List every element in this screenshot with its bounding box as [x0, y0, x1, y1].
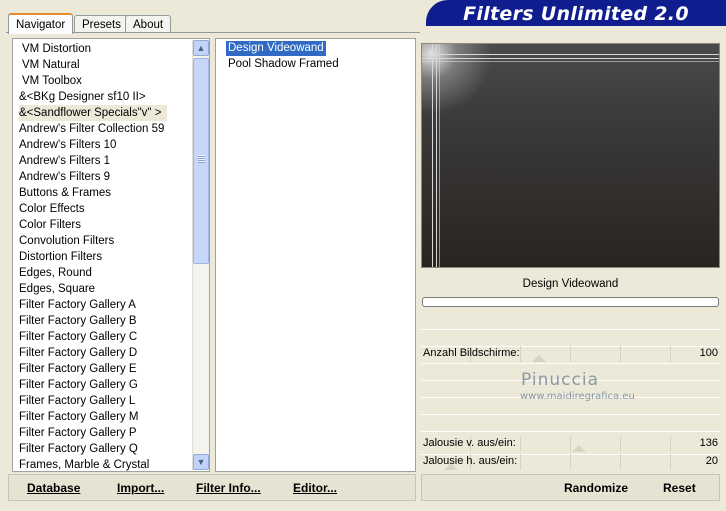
- category-item[interactable]: Filter Factory Gallery M: [19, 409, 139, 425]
- slider-value: 100: [699, 347, 718, 359]
- watermark-name: Pinuccia: [521, 370, 599, 390]
- slider-jalousie-h[interactable]: Jalousie h. aus/ein: 20: [421, 454, 720, 470]
- slider-anzahl-bildschirme[interactable]: Anzahl Bildschirme: 100: [421, 346, 720, 362]
- filter-item[interactable]: Pool Shadow Framed: [226, 57, 341, 72]
- category-item[interactable]: Filter Factory Gallery C: [19, 329, 137, 345]
- category-item[interactable]: Andrew's Filters 10: [19, 137, 116, 153]
- slider-value: 136: [699, 437, 718, 449]
- category-item[interactable]: Color Filters: [19, 217, 81, 233]
- slider-label: Jalousie h. aus/ein:: [423, 455, 518, 467]
- category-item[interactable]: Filter Factory Gallery G: [19, 377, 138, 393]
- scroll-down-arrow-icon[interactable]: ▼: [193, 454, 209, 470]
- slider-label: Anzahl Bildschirme:: [423, 347, 520, 359]
- preview-line: [436, 44, 437, 267]
- category-item[interactable]: Andrew's Filters 1: [19, 153, 110, 169]
- editor-button[interactable]: Editor...: [293, 479, 337, 497]
- tab-presets[interactable]: Presets: [74, 15, 129, 33]
- category-list[interactable]: VM Distortion VM Natural VM Toolbox &<BKg D…: [12, 38, 210, 472]
- separator: [421, 414, 720, 415]
- category-item[interactable]: Convolution Filters: [19, 233, 114, 249]
- title-banner: Filters Unlimited 2.0: [426, 0, 726, 26]
- database-button[interactable]: Database: [27, 479, 80, 497]
- category-item[interactable]: Filter Factory Gallery A: [19, 297, 136, 313]
- category-item[interactable]: &<BKg Designer sf10 II>: [19, 89, 146, 105]
- category-item[interactable]: Filter Factory Gallery E: [19, 361, 137, 377]
- category-item[interactable]: Filter Factory Gallery D: [19, 345, 137, 361]
- import-button[interactable]: Import...: [117, 479, 164, 497]
- category-item[interactable]: Color Effects: [19, 201, 85, 217]
- slider-jalousie-v[interactable]: Jalousie v. aus/ein: 136: [421, 436, 720, 452]
- filter-info-button[interactable]: Filter Info...: [196, 479, 261, 497]
- category-item[interactable]: VM Distortion: [22, 41, 91, 57]
- separator: [421, 431, 720, 432]
- preview-line: [422, 54, 719, 55]
- slider-thumb[interactable]: [532, 355, 547, 362]
- preview-line: [422, 61, 719, 62]
- category-scrollbar[interactable]: ▲ ▼: [192, 40, 209, 470]
- preview-line: [439, 44, 440, 267]
- category-item[interactable]: Filter Factory Gallery L: [19, 393, 135, 409]
- category-item[interactable]: Filter Factory Gallery Q: [19, 441, 138, 457]
- category-item[interactable]: Andrew's Filter Collection 59: [19, 121, 164, 137]
- progress-bar: [422, 297, 719, 307]
- preview-line: [432, 44, 433, 267]
- tab-about[interactable]: About: [125, 15, 172, 33]
- app-title: Filters Unlimited 2.0: [463, 3, 689, 25]
- grip-icon: [198, 155, 205, 163]
- category-item[interactable]: VM Natural: [22, 57, 80, 73]
- preview-image: [421, 43, 720, 268]
- watermark-url: www.maidiregrafica.eu: [520, 391, 635, 402]
- filter-list[interactable]: Design Videowand Pool Shadow Framed: [215, 38, 416, 472]
- category-item[interactable]: Andrew's Filters 9: [19, 169, 110, 185]
- category-item[interactable]: Frames, Marble & Crystal: [19, 457, 149, 471]
- preview-line: [422, 58, 719, 59]
- slider-label: Jalousie v. aus/ein:: [423, 437, 516, 449]
- category-item[interactable]: Buttons & Frames: [19, 185, 111, 201]
- category-item[interactable]: Distortion Filters: [19, 249, 102, 265]
- filter-item[interactable]: Design Videowand: [226, 41, 326, 56]
- category-item[interactable]: Filter Factory Gallery B: [19, 313, 137, 329]
- scroll-up-arrow-icon[interactable]: ▲: [193, 40, 209, 56]
- tab-navigator[interactable]: Navigator: [8, 13, 74, 34]
- scroll-thumb[interactable]: [193, 58, 209, 264]
- reset-button[interactable]: Reset: [663, 479, 696, 497]
- category-item[interactable]: Edges, Square: [19, 281, 95, 297]
- randomize-button[interactable]: Randomize: [564, 479, 628, 497]
- separator: [421, 363, 720, 364]
- filter-name-label: Design Videowand: [522, 278, 619, 290]
- slider-value: 20: [705, 455, 718, 467]
- category-item[interactable]: Edges, Round: [19, 265, 92, 281]
- category-item[interactable]: Filter Factory Gallery P: [19, 425, 137, 441]
- category-item[interactable]: VM Toolbox: [22, 73, 82, 89]
- slider-thumb[interactable]: [572, 445, 587, 452]
- category-item[interactable]: &<Sandflower Specials"v" >: [19, 105, 168, 121]
- separator: [421, 329, 720, 330]
